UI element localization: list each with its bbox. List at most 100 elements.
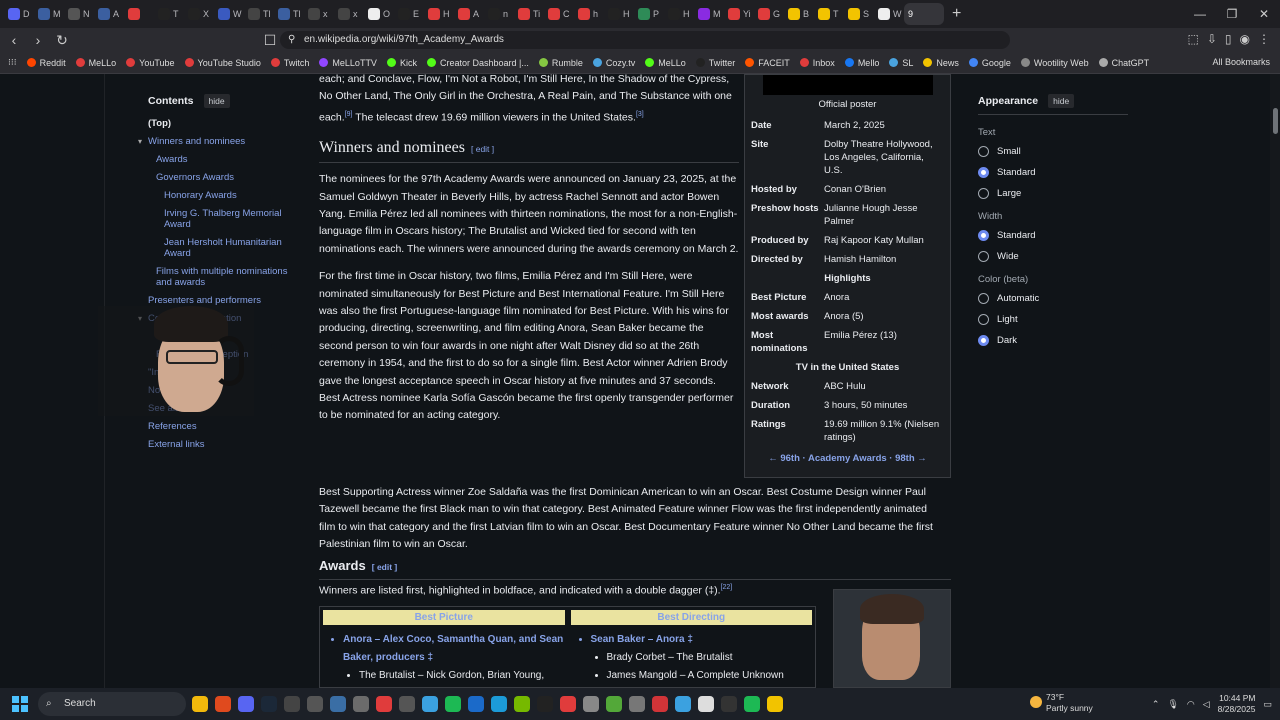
tray-chevron-icon[interactable]: ⌃	[1152, 699, 1160, 710]
active-tab[interactable]: 9	[904, 3, 944, 25]
browser-tab[interactable]: T	[154, 3, 184, 25]
volume-icon[interactable]: ◁	[1203, 699, 1210, 710]
browser-tab[interactable]: M	[34, 3, 64, 25]
browser-tab[interactable]: Ti	[514, 3, 544, 25]
infobox-value[interactable]: March 2, 2025	[824, 119, 944, 132]
taskbar-app-icon[interactable]	[744, 696, 760, 712]
browser-tab[interactable]	[124, 3, 154, 25]
bookmark-item[interactable]: Inbox	[799, 58, 835, 68]
browser-tab[interactable]: Tl	[244, 3, 274, 25]
infobox-value[interactable]: 3 hours, 50 minutes	[824, 399, 944, 412]
taskbar-search[interactable]: ⌕ Search	[38, 692, 186, 716]
color-option[interactable]: Dark	[978, 335, 1128, 346]
radio-icon[interactable]	[978, 314, 989, 325]
browser-tab[interactable]: P	[634, 3, 664, 25]
text-size-option[interactable]: Standard	[978, 167, 1128, 178]
browser-tab[interactable]: H	[424, 3, 454, 25]
taskbar-app-icon[interactable]	[537, 696, 553, 712]
best-picture-nominee[interactable]: The Brutalist – Nick Gordon, Brian Young…	[359, 667, 565, 685]
new-tab-icon[interactable]: +	[952, 5, 961, 23]
best-picture-winner[interactable]: Anora – Alex Coco, Samantha Quan, and Se…	[343, 631, 565, 667]
taskbar-app-icon[interactable]	[514, 696, 530, 712]
text-size-option[interactable]: Small	[978, 146, 1128, 157]
back-icon[interactable]: ‹	[4, 32, 24, 48]
apps-grid-icon[interactable]: ⁝⁝⁝	[8, 57, 17, 68]
minimize-icon[interactable]: —	[1184, 0, 1216, 28]
taskbar-app-icon[interactable]	[353, 696, 369, 712]
page-scrollbar[interactable]	[1270, 74, 1280, 688]
toc-item[interactable]: Governors Awards	[148, 172, 298, 183]
reload-icon[interactable]: ↻	[52, 32, 72, 49]
browser-tab[interactable]: S	[844, 3, 874, 25]
browser-tab[interactable]: H	[604, 3, 634, 25]
browser-tab[interactable]: Yi	[724, 3, 754, 25]
taskbar-app-icon[interactable]	[606, 696, 622, 712]
bookmark-item[interactable]: FACEIT	[745, 58, 790, 68]
taskbar-app-icon[interactable]	[698, 696, 714, 712]
taskbar-app-icon[interactable]	[445, 696, 461, 712]
taskbar-app-icon[interactable]	[261, 696, 277, 712]
best-picture-header[interactable]: Best Picture	[323, 610, 565, 625]
bookmark-item[interactable]: Kick	[386, 58, 417, 68]
browser-tab[interactable]: W	[214, 3, 244, 25]
infobox-value[interactable]: Anora (5)	[824, 310, 944, 323]
radio-icon[interactable]	[978, 251, 989, 262]
browser-tab[interactable]: x	[334, 3, 364, 25]
bookmark-item[interactable]: Mello	[844, 58, 879, 68]
browser-tab[interactable]: O	[364, 3, 394, 25]
infobox-value[interactable]: Dolby Theatre Hollywood, Los Angeles, Ca…	[824, 138, 944, 177]
taskbar-app-icon[interactable]	[284, 696, 300, 712]
toc-hide-button[interactable]: hide	[203, 94, 230, 108]
url-input[interactable]: ⚲ en.wikipedia.org/wiki/97th_Academy_Awa…	[280, 31, 1010, 49]
appearance-hide-button[interactable]: hide	[1048, 94, 1075, 108]
text-size-option[interactable]: Large	[978, 188, 1128, 199]
bookmark-item[interactable]: SL	[889, 58, 913, 68]
bookmark-item[interactable]: MeLLo	[75, 58, 116, 68]
infobox-value[interactable]: Raj Kapoor Katy Mullan	[824, 234, 944, 247]
profile-icon[interactable]: ◉	[1240, 32, 1250, 46]
taskbar-app-icon[interactable]	[629, 696, 645, 712]
browser-tab[interactable]: X	[184, 3, 214, 25]
close-icon[interactable]: ✕	[1248, 0, 1280, 28]
sidebar-icon[interactable]: ▯	[1225, 32, 1232, 46]
toc-item[interactable]: Presenters and performers	[148, 295, 298, 306]
all-bookmarks-folder[interactable]: All Bookmarks	[1212, 57, 1270, 67]
infobox-value[interactable]: Anora	[824, 291, 944, 304]
taskbar-app-icon[interactable]	[307, 696, 323, 712]
browser-tab[interactable]: A	[94, 3, 124, 25]
best-directing-nominee[interactable]: James Mangold – A Complete Unknown	[607, 667, 813, 685]
bookmark-item[interactable]: YouTube	[126, 58, 175, 68]
browser-tab[interactable]: W	[874, 3, 904, 25]
taskbar-app-icon[interactable]	[675, 696, 691, 712]
clock[interactable]: 10:44 PM 8/28/2025	[1218, 693, 1256, 715]
radio-icon[interactable]	[978, 293, 989, 304]
browser-tab[interactable]: x	[304, 3, 334, 25]
bookmark-item[interactable]: MeLLo	[645, 58, 686, 68]
radio-icon[interactable]	[978, 230, 989, 241]
taskbar-app-icon[interactable]	[652, 696, 668, 712]
browser-tab[interactable]: n	[484, 3, 514, 25]
taskbar-app-icon[interactable]	[330, 696, 346, 712]
taskbar-app-icon[interactable]	[376, 696, 392, 712]
taskbar-app-icon[interactable]	[422, 696, 438, 712]
toc-item[interactable]: Jean Hersholt Humanitarian Award	[148, 237, 298, 259]
windows-start-icon[interactable]	[12, 696, 28, 712]
bookmark-item[interactable]: ChatGPT	[1098, 58, 1149, 68]
browser-tab[interactable]: M	[694, 3, 724, 25]
edit-link[interactable]: [ edit ]	[471, 144, 494, 154]
browser-tab[interactable]: N	[64, 3, 94, 25]
bookmark-item[interactable]: Cozy.tv	[592, 58, 635, 68]
browser-tab[interactable]: H	[664, 3, 694, 25]
taskbar-app-icon[interactable]	[468, 696, 484, 712]
taskbar-app-icon[interactable]	[721, 696, 737, 712]
toc-item[interactable]: Irving G. Thalberg Memorial Award	[148, 208, 298, 230]
ref-3[interactable]: [3]	[636, 111, 644, 118]
browser-tab[interactable]: E	[394, 3, 424, 25]
browser-tab[interactable]: B	[784, 3, 814, 25]
browser-tab[interactable]: A	[454, 3, 484, 25]
radio-icon[interactable]	[978, 335, 989, 346]
scrollbar-thumb[interactable]	[1273, 108, 1278, 134]
toc-item[interactable]: Honorary Awards	[148, 190, 298, 201]
infobox-value[interactable]: ABC Hulu	[824, 380, 944, 393]
best-directing-header[interactable]: Best Directing	[570, 610, 812, 625]
